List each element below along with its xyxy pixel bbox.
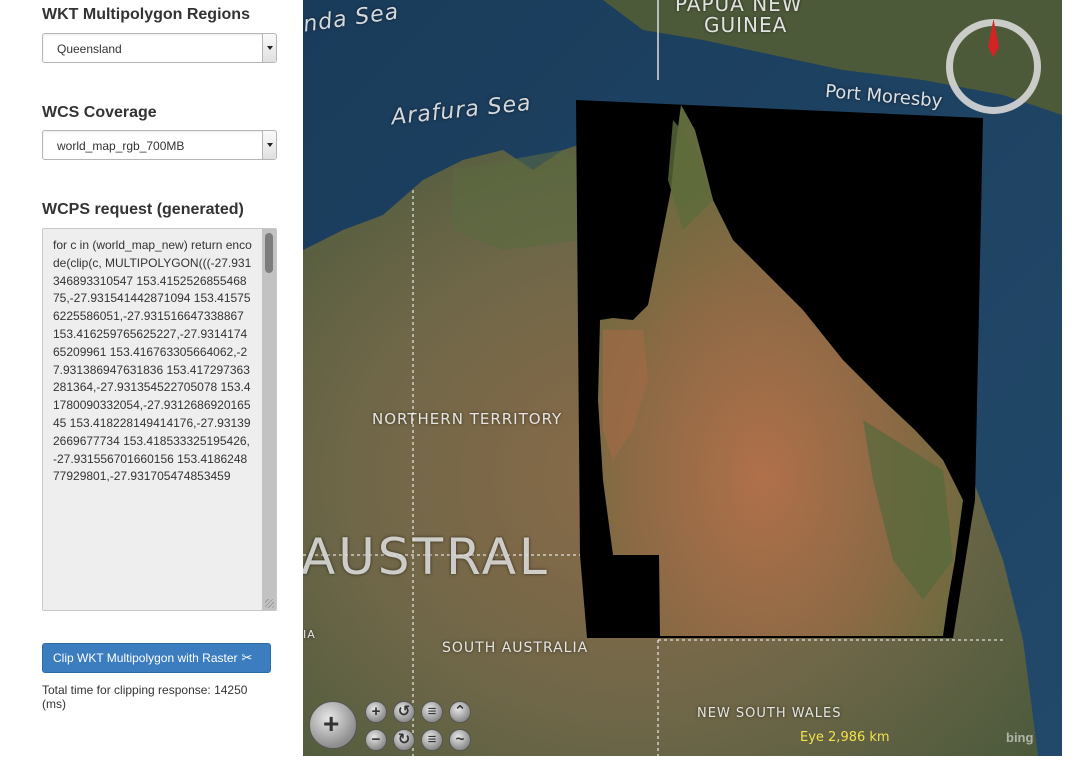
rotate-cw-icon[interactable]: ↻ xyxy=(393,729,415,751)
resize-grip-icon[interactable] xyxy=(265,599,274,608)
globe-map-viewer[interactable]: nda Sea PAPUA NEW GUINEA Arafura Sea Por… xyxy=(303,0,1062,756)
tilt-down-icon[interactable]: ≡ xyxy=(421,729,443,751)
control-panel: WKT Multipolygon Regions Queensland WCS … xyxy=(0,0,303,767)
chevron-down-icon[interactable] xyxy=(262,131,276,159)
map-label-guinea: GUINEA xyxy=(704,13,788,37)
map-label-australia: AUSTRAL xyxy=(303,528,550,586)
exaggerate-up-icon[interactable]: ⌃ xyxy=(449,701,471,723)
scissors-icon: ✂ xyxy=(241,650,253,665)
clip-button[interactable]: Clip WKT Multipolygon with Raster ✂ xyxy=(42,643,271,673)
chevron-down-icon[interactable] xyxy=(262,34,276,62)
pan-joystick-icon[interactable] xyxy=(309,701,357,749)
map-label-south-australia: SOUTH AUSTRALIA xyxy=(442,640,589,656)
clip-button-label: Clip WKT Multipolygon with Raster xyxy=(53,651,238,665)
zoom-out-icon[interactable]: − xyxy=(365,729,387,751)
compass-icon[interactable] xyxy=(944,17,1043,116)
rotate-ccw-icon[interactable]: ↺ xyxy=(393,701,415,723)
wcps-title: WCPS request (generated) xyxy=(42,201,244,218)
timing-text: Total time for clipping response: 14250 … xyxy=(42,683,248,711)
coverage-title: WCS Coverage xyxy=(42,104,157,121)
exaggerate-down-icon[interactable]: ~ xyxy=(449,729,471,751)
region-title: WKT Multipolygon Regions xyxy=(42,6,250,23)
zoom-in-icon[interactable]: + xyxy=(365,701,387,723)
textarea-scrollbar[interactable] xyxy=(262,229,276,610)
eye-altitude: Eye 2,986 km xyxy=(800,730,890,745)
map-label-northern-territory: NORTHERN TERRITORY xyxy=(372,410,563,428)
region-select[interactable]: Queensland xyxy=(42,33,277,63)
navigation-controls: + − ↺ ↻ ≡ ≡ ⌃ ~ xyxy=(305,698,475,754)
coverage-select[interactable]: world_map_rgb_700MB xyxy=(42,130,277,160)
bing-logo: bing xyxy=(1006,730,1034,745)
coverage-select-value: world_map_rgb_700MB xyxy=(57,139,185,153)
wcps-request-textarea[interactable]: for c in (world_map_new) return encode(c… xyxy=(42,228,277,611)
map-label-western-australia: IA xyxy=(303,628,316,641)
wcps-request-text: for c in (world_map_new) return encode(c… xyxy=(53,238,252,484)
map-label-new-south-wales: NEW SOUTH WALES xyxy=(697,706,842,721)
tilt-up-icon[interactable]: ≡ xyxy=(421,701,443,723)
scrollbar-thumb[interactable] xyxy=(265,233,273,273)
region-select-value: Queensland xyxy=(57,42,122,56)
